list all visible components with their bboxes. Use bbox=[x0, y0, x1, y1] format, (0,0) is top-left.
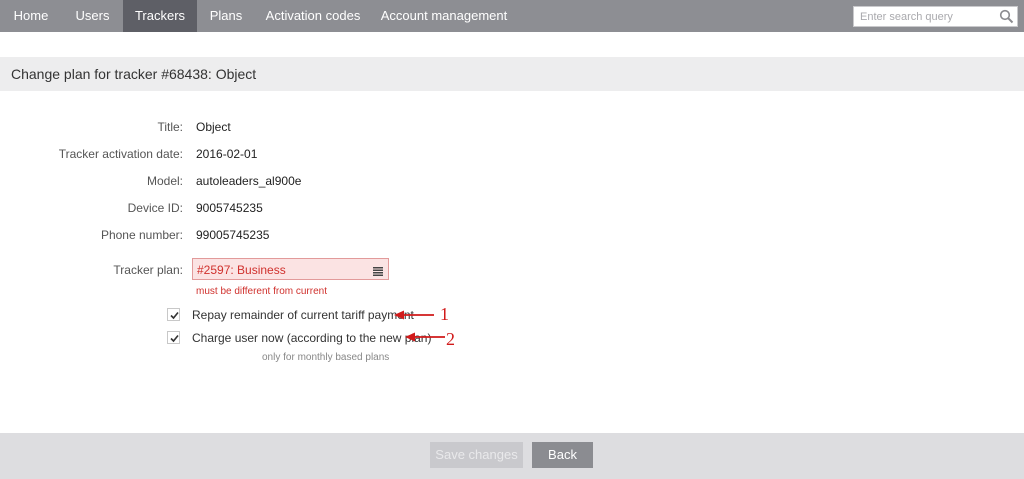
field-activation-date: Tracker activation date: 2016-02-01 bbox=[0, 147, 1024, 163]
annotation-number: 1 bbox=[440, 304, 449, 324]
field-tracker-plan: Tracker plan: bbox=[0, 263, 1024, 279]
field-value: 9005745235 bbox=[196, 201, 263, 215]
field-model: Model: autoleaders_al900e bbox=[0, 174, 1024, 190]
plan-error-message: must be different from current bbox=[196, 286, 327, 297]
nav-account-management[interactable]: Account management bbox=[371, 0, 517, 32]
nav-trackers[interactable]: Trackers bbox=[123, 0, 197, 32]
field-title: Title: Object bbox=[0, 120, 1024, 136]
field-label: Tracker activation date: bbox=[58, 147, 183, 161]
page-header: Change plan for tracker #68438: Object bbox=[0, 57, 1024, 91]
field-phone-number: Phone number: 99005745235 bbox=[0, 228, 1024, 244]
annotation-arrow-icon bbox=[394, 310, 434, 320]
charge-user-now-label[interactable]: Charge user now (according to the new pl… bbox=[192, 331, 431, 345]
checkmark-icon bbox=[170, 311, 179, 320]
field-value: 2016-02-01 bbox=[196, 147, 258, 161]
search-icon[interactable] bbox=[999, 9, 1014, 24]
field-label: Tracker plan: bbox=[113, 263, 183, 277]
tracker-plan-value: #2597: Business bbox=[197, 263, 286, 277]
nav-activation-codes[interactable]: Activation codes bbox=[255, 0, 371, 32]
field-value: 99005745235 bbox=[196, 228, 270, 242]
charge-user-now-checkbox[interactable] bbox=[167, 331, 180, 344]
field-label: Phone number: bbox=[100, 228, 183, 242]
field-label: Title: bbox=[157, 120, 183, 134]
field-label: Device ID: bbox=[127, 201, 183, 215]
nav-home[interactable]: Home bbox=[0, 0, 62, 32]
repay-remainder-checkbox[interactable] bbox=[167, 308, 180, 321]
nav-users[interactable]: Users bbox=[62, 0, 123, 32]
list-icon[interactable] bbox=[373, 265, 383, 276]
tracker-plan-select[interactable]: #2597: Business bbox=[192, 258, 389, 280]
checkmark-icon bbox=[170, 334, 179, 343]
top-navigation: Home Users Trackers Plans Activation cod… bbox=[0, 0, 1024, 32]
field-label: Model: bbox=[146, 174, 183, 188]
field-value: autoleaders_al900e bbox=[196, 174, 302, 188]
save-changes-button[interactable]: Save changes bbox=[430, 442, 523, 468]
back-button[interactable]: Back bbox=[532, 442, 593, 468]
search-box bbox=[853, 6, 1018, 27]
repay-remainder-label[interactable]: Repay remainder of current tariff paymen… bbox=[192, 308, 414, 322]
search-input[interactable] bbox=[854, 7, 994, 26]
monthly-plans-hint: only for monthly based plans bbox=[262, 352, 390, 363]
nav-plans[interactable]: Plans bbox=[197, 0, 255, 32]
field-value: Object bbox=[196, 120, 231, 134]
field-device-id: Device ID: 9005745235 bbox=[0, 201, 1024, 217]
annotation-number: 2 bbox=[446, 329, 455, 349]
page-title: Change plan for tracker #68438: Object bbox=[11, 66, 257, 82]
annotation-arrow-icon bbox=[405, 332, 445, 342]
